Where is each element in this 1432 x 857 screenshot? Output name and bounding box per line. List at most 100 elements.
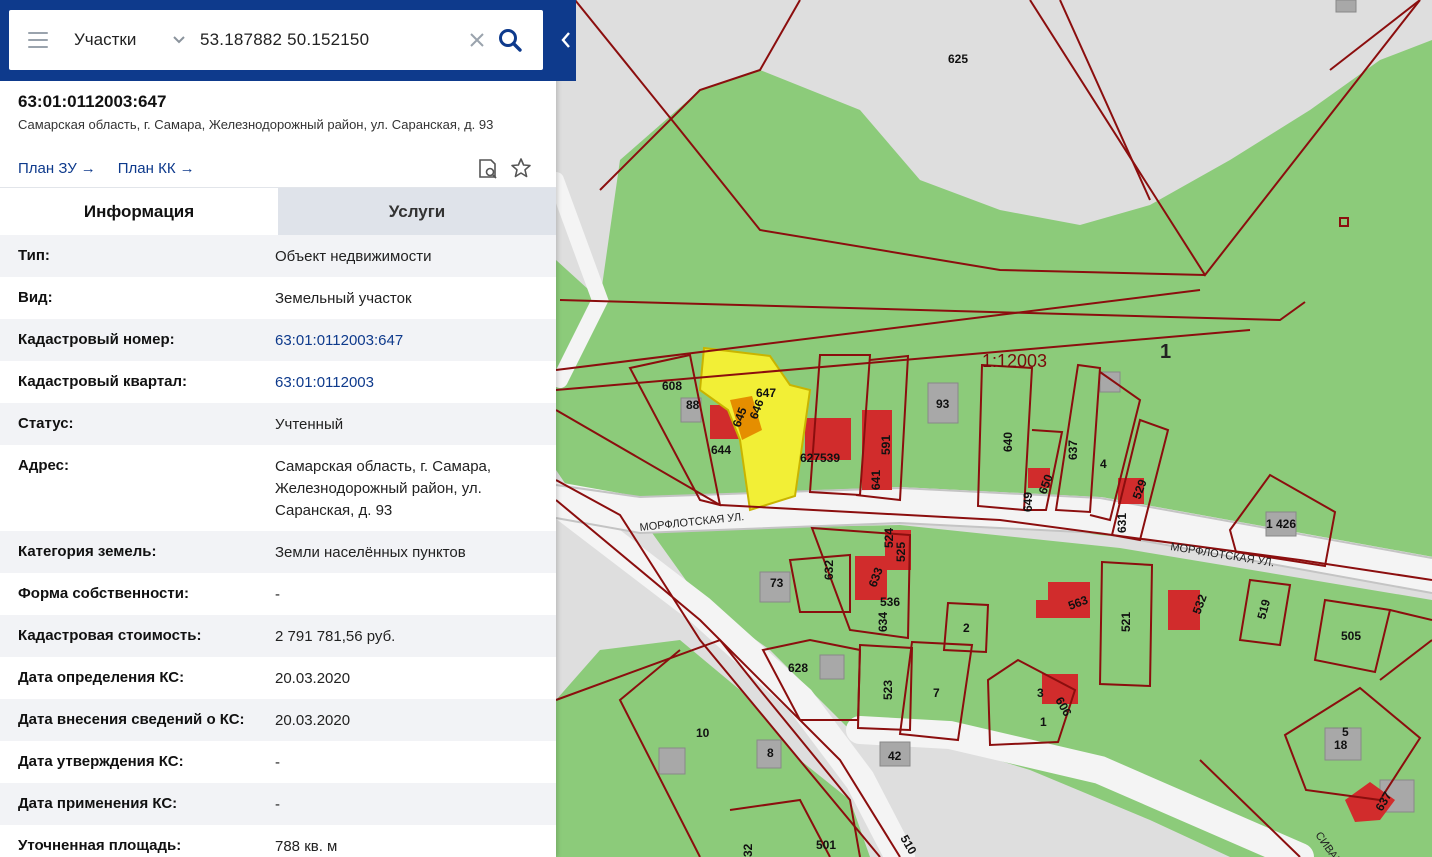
search-icon[interactable] [497,27,523,53]
info-row-value: Объект недвижимости [275,248,432,265]
info-row-key: Вид: [18,289,53,306]
info-row: Категория земель: Земли населённых пункто… [0,531,556,573]
info-table: Тип: Объект недвижимости Вид: Земельный уча… [0,235,556,857]
parcel-label: 647 [756,386,776,400]
clear-icon[interactable] [467,30,487,50]
info-row-value: Учтенный [275,416,344,433]
parcel-label: 505 [1341,629,1361,643]
parcel-cadastral-number: 63:01:0112003:647 [18,92,167,111]
top-search-bar: Участки 53.187882 50.152150 [0,0,576,81]
parcel-label: 7 [933,686,940,700]
search-box: Участки 53.187882 50.152150 [9,10,543,70]
info-row: Вид: Земельный участок [0,277,556,319]
parcel-label: 632 [822,560,836,580]
chevron-down-icon[interactable] [168,29,190,51]
parcel-label: 32 [741,843,755,857]
parcel-label: 634 [876,612,890,632]
parcel-label: 18 [1334,738,1348,752]
info-row-value: Самарская область, г. Самара, Железнодор… [275,458,492,519]
info-row-key: Уточненная площадь: [18,837,182,854]
parcel-label: 521 [1119,612,1133,632]
info-row-value-link[interactable]: 63:01:0112003:647 [275,319,538,361]
parcel-label: 42 [888,749,902,763]
info-row: Кадастровый квартал: 63:01:0112003 [0,361,556,403]
info-row: Дата внесения сведений о КС: 20.03.2020 [0,699,556,741]
info-row-value-link[interactable]: 63:01:0112003 [275,361,538,403]
parcel-label: 2 [963,621,970,635]
parcel-label: 4 [1100,457,1107,471]
parcel-address: Самарская область, г. Самара, Железнодор… [18,117,494,132]
info-row-key: Кадастровый номер: [18,331,175,348]
tab-information[interactable]: Информация [0,188,278,236]
collapse-panel-icon[interactable] [558,30,574,50]
parcel-label: 539 [820,451,840,465]
parcel-label: 93 [936,397,950,411]
parcel-label: 88 [686,398,700,412]
parcel-label: 641 [869,470,883,490]
menu-icon[interactable] [28,32,48,48]
big-label: 1 [1160,341,1171,363]
info-row-value: 2 791 781,56 руб. [275,628,396,645]
parcel-label: 631 [1115,513,1129,533]
parcel-label: 608 [662,379,682,393]
tab-services[interactable]: Услуги [278,188,556,236]
info-panel: 63:01:0112003:647 Самарская область, г. … [0,0,556,857]
info-row: Кадастровая стоимость: 2 791 781,56 руб. [0,615,556,657]
info-row-key: Форма собственности: [18,585,189,602]
info-row-key: Кадастровая стоимость: [18,627,202,644]
parcel-label: 628 [788,661,808,675]
parcel-label: 591 [879,435,893,455]
info-row-key: Статус: [18,415,74,432]
search-input[interactable]: 53.187882 50.152150 [200,30,467,50]
parcel-label: 1 426 [1266,517,1296,531]
parcel-label: 1 [1040,715,1047,729]
parcel-label: 10 [696,726,710,740]
info-row-value: 788 кв. м [275,838,338,855]
parcel-header: 63:01:0112003:647 Самарская область, г. … [18,92,548,132]
info-row-value: Земельный участок [275,290,412,307]
parcel-label: 73 [770,576,784,590]
star-icon[interactable] [509,156,533,180]
parcel-label: 523 [881,680,895,700]
info-row: Дата определения КС: 20.03.2020 [0,657,556,699]
info-row-key: Дата внесения сведений о КС: [18,711,245,728]
info-row-value: - [275,796,280,813]
info-row-value: - [275,586,280,603]
quarter-label: 1:12003 [982,351,1047,371]
info-row: Уточненная площадь: 788 кв. м [0,825,556,857]
info-row-key: Дата применения КС: [18,795,178,812]
info-row: Кадастровый номер: 63:01:0112003:647 [0,319,556,361]
info-row-key: Дата определения КС: [18,669,185,686]
parcel-label: 5 [1342,725,1349,739]
plan-zu-label: План ЗУ [18,160,77,177]
info-row-key: Дата утверждения КС: [18,753,184,770]
info-row: Статус: Учтенный [0,403,556,445]
category-select[interactable]: Участки [74,30,174,50]
parcel-label: 536 [880,595,900,609]
parcel-label: 3 [1037,686,1044,700]
parcel-label: 637 [1066,440,1080,460]
info-row: Дата утверждения КС: - [0,741,556,783]
info-row-key: Категория земель: [18,543,157,560]
plan-links: План ЗУ → План КК → [18,160,195,177]
document-search-icon[interactable] [476,157,500,181]
arrow-right-icon: → [179,160,195,177]
parcel-label: 501 [816,838,836,852]
plan-zu-link[interactable]: План ЗУ → [18,160,96,177]
info-row-key: Тип: [18,247,50,264]
info-row: Форма собственности: - [0,573,556,615]
parcel-label: 627 [800,451,820,465]
parcel-label: 640 [1001,432,1015,452]
info-row: Дата применения КС: - [0,783,556,825]
plan-kk-link[interactable]: План КК → [118,160,195,177]
parcel-label: 8 [767,746,774,760]
info-row-value: - [275,754,280,771]
info-row-value: 20.03.2020 [275,670,351,687]
info-row-value: Земли населённых пунктов [275,544,466,561]
info-row: Адрес: Самарская область, г. Самара, Желе… [0,445,556,531]
parcel-label: 644 [711,443,731,457]
info-row-key: Адрес: [18,457,69,474]
parcel-label: 625 [948,52,968,66]
parcel-label: 649 [1021,492,1035,512]
parcel-label: 525 [894,542,908,562]
